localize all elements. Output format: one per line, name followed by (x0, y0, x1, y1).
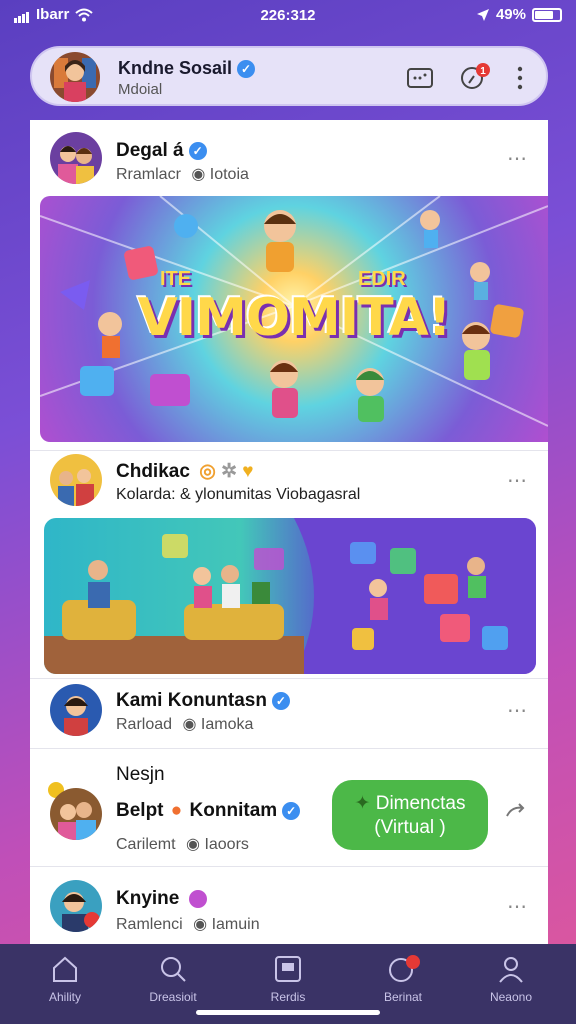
home-icon (53, 956, 77, 982)
post-image-banner[interactable]: ITE EDIR VIMOMITA! (40, 196, 548, 442)
profile-avatar[interactable] (50, 52, 100, 102)
banner-illustration (44, 518, 536, 674)
verified-icon: ✓ (282, 801, 301, 820)
app-title: Kndne Sosail ✓ (118, 58, 256, 79)
post-meta: Rramlacr ◉ Iotoia (116, 166, 249, 183)
avatar[interactable] (50, 880, 102, 932)
app-subtitle: Mdoial (118, 81, 163, 98)
post-meta: Rarload ◉ Iamoka (116, 716, 254, 733)
app-header: Kndne Sosail ✓ Mdoial 1 (30, 46, 548, 106)
post-header[interactable]: Knyine Ramlenci ◉ Iamuin ⋯ (30, 866, 548, 944)
nav-home[interactable]: Ahility (20, 954, 110, 1004)
nav-search[interactable]: Dreasioit (128, 954, 218, 1004)
emoji-icon: ◎ (199, 461, 216, 482)
post-label: Nesjn (116, 764, 165, 785)
puzzle-icon: ✦ (354, 793, 371, 814)
post-header[interactable]: Kami Konuntasn ✓ Rarload ◉ Iamoka ⋯ (30, 678, 548, 748)
post-header[interactable]: Chdikac ◎ ✲ ♥ Kolarda: & ylonumitas Viob… (30, 450, 548, 516)
profile-icon (499, 957, 523, 983)
post-header[interactable]: Degal á ✓ Rramlacr ◉ Iotoia ⋯ (30, 120, 548, 196)
location-pin-icon: ◉ (193, 916, 208, 933)
fire-icon: ● (170, 800, 183, 821)
notification-icon (389, 955, 420, 982)
battery-icon (532, 7, 562, 22)
avatar[interactable] (50, 788, 102, 840)
more-options-icon[interactable]: ⋯ (507, 146, 528, 171)
more-options-icon[interactable]: ⋯ (507, 468, 528, 493)
avatar[interactable] (50, 454, 102, 506)
nav-feed[interactable]: Rerdis (243, 954, 333, 1004)
post-caption: Kolarda: & ylonumitas Viobagasral (116, 486, 361, 503)
banner-title: VIMOMITA! (137, 288, 451, 348)
verified-icon: ✓ (271, 691, 290, 710)
search-icon (161, 957, 186, 982)
feed-icon (275, 956, 301, 982)
post-author[interactable]: Belpt ● Konnitam ✓ (116, 800, 301, 822)
more-vertical-icon[interactable] (516, 66, 524, 90)
notification-icon[interactable]: 1 (458, 62, 492, 90)
verified-icon: ✓ (237, 60, 256, 79)
emoji-icon: ♥ (242, 461, 254, 482)
post-meta: Carilemt ◉ Iaoors (116, 836, 249, 853)
share-icon[interactable] (504, 802, 526, 824)
avatar[interactable] (50, 684, 102, 736)
avatar[interactable] (50, 132, 102, 184)
location-pin-icon: ◉ (186, 836, 200, 853)
location-pin-icon: ◉ (191, 166, 206, 183)
post-author[interactable]: Kami Konuntasn ✓ (116, 690, 290, 712)
battery-percent: 49% (495, 6, 526, 23)
location-arrow-icon (476, 8, 489, 21)
verified-icon: ✓ (188, 141, 207, 160)
status-bar: Ibarr 226:312 49% (0, 0, 576, 32)
nav-profile[interactable]: Neaono (466, 954, 556, 1004)
messages-icon[interactable] (406, 66, 434, 90)
join-virtual-button[interactable]: ✦ Dimenctas (Virtual ) (332, 780, 488, 850)
post-author[interactable]: Knyine (116, 888, 207, 910)
post-meta: Ramlenci ◉ Iamuin (116, 916, 260, 933)
location-pin-icon: ◉ (182, 716, 197, 733)
feed: Degal á ✓ Rramlacr ◉ Iotoia ⋯ ITE EDIR V… (30, 120, 548, 944)
emoji-icon: ✲ (221, 461, 237, 482)
nav-notifications[interactable]: Berinat (358, 954, 448, 1004)
post-author[interactable]: Degal á ✓ (116, 140, 207, 162)
home-indicator[interactable] (196, 1010, 380, 1015)
more-options-icon[interactable]: ⋯ (507, 894, 528, 919)
svg-text:1: 1 (480, 66, 486, 77)
post-author[interactable]: Chdikac ◎ ✲ ♥ (116, 460, 254, 483)
more-options-icon[interactable]: ⋯ (507, 698, 528, 723)
post-image-banner[interactable] (44, 518, 536, 674)
badge-icon (188, 889, 207, 908)
